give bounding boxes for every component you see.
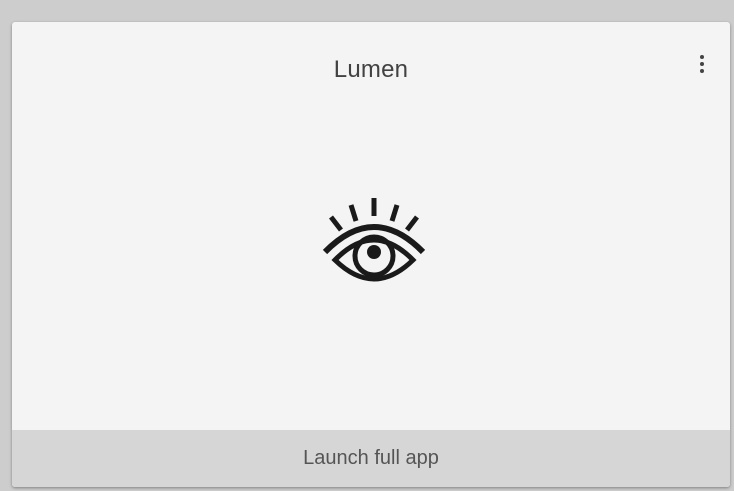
launch-full-app-button[interactable]: Launch full app xyxy=(12,430,730,487)
more-options-button[interactable] xyxy=(694,52,710,76)
app-card: Lumen Launch full app xyxy=(12,22,730,487)
launch-full-app-label: Launch full app xyxy=(303,447,439,469)
more-vert-icon-dot xyxy=(700,69,704,73)
more-vert-icon xyxy=(700,55,704,59)
more-vert-icon-dot xyxy=(700,62,704,66)
app-title: Lumen xyxy=(333,56,409,83)
eye-icon xyxy=(322,198,426,282)
